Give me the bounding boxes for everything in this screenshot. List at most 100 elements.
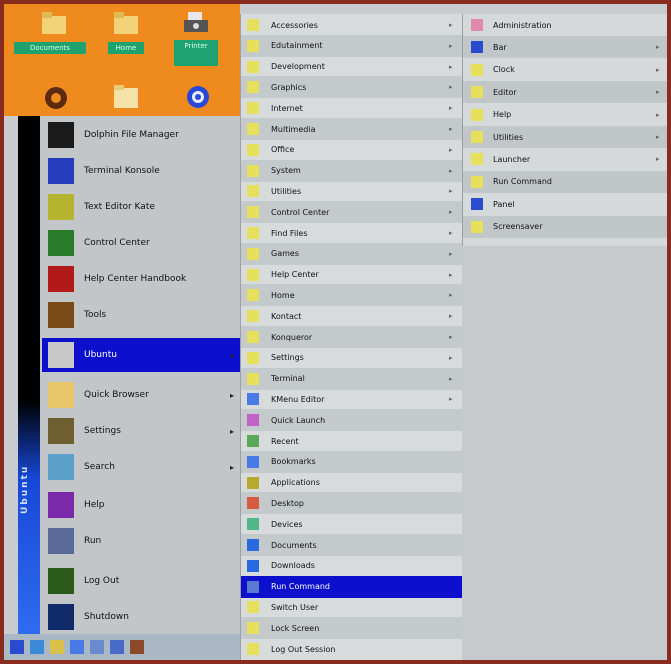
utilities-icon	[471, 131, 483, 143]
chevron-right-icon: ▸	[449, 83, 453, 92]
start-menu-item[interactable]: Dolphin File Manager	[42, 118, 240, 152]
browser-icon[interactable]	[30, 640, 44, 654]
submenu2-item[interactable]: Help ▸	[463, 104, 667, 126]
settings-icon	[48, 418, 74, 444]
submenu-item[interactable]: Switch User	[241, 596, 463, 618]
panel-icon	[471, 198, 483, 211]
desktop-folder-icon-2[interactable]	[106, 10, 146, 40]
editor-icon[interactable]	[90, 640, 104, 654]
submenu-item[interactable]: Office ▸	[241, 139, 463, 161]
submenu-item[interactable]: Internet ▸	[241, 97, 463, 119]
submenu-item-label: Office	[271, 145, 295, 155]
desktop-folder-icon-3[interactable]	[108, 82, 148, 112]
folder-icon[interactable]	[50, 640, 64, 654]
submenu-item[interactable]: Home ▸	[241, 284, 463, 307]
clock-icon[interactable]	[130, 640, 144, 654]
tools-icon	[48, 302, 74, 328]
start-menu-item[interactable]: Run	[42, 524, 240, 558]
submenu-item-label: Edutainment	[271, 41, 323, 51]
desktop-label-3[interactable]: Printer	[174, 40, 218, 66]
start-menu-item[interactable]: Control Center	[42, 226, 240, 260]
start-menu-item[interactable]: Ubuntu ▸	[42, 338, 240, 372]
submenu2-item[interactable]: Editor ▸	[463, 81, 667, 104]
submenu-item[interactable]: Quick Launch	[241, 409, 463, 432]
submenu-item[interactable]: Recent	[241, 430, 463, 452]
submenu-item-label: Find Files	[271, 228, 308, 238]
chevron-right-icon: ▸	[656, 155, 660, 164]
submenu-item[interactable]: Games ▸	[241, 242, 463, 265]
submenu-level-2: Administration Bar ▸ Clock ▸ Editor ▸ Help ▸ Util…	[462, 14, 667, 246]
submenu-item-label: Utilities	[271, 186, 302, 196]
submenu2-item[interactable]: Panel	[463, 193, 667, 215]
submenu-item[interactable]: Lock Screen	[241, 617, 463, 640]
submenu-item[interactable]: Graphics ▸	[241, 76, 463, 99]
desktop-label-2[interactable]: Home	[108, 42, 144, 54]
start-menu-item[interactable]: Search ▸	[42, 450, 240, 484]
start-menu-item-label: Shutdown	[84, 612, 129, 622]
submenu-item[interactable]: Settings ▸	[241, 347, 463, 369]
start-menu-item[interactable]: Settings ▸	[42, 414, 240, 448]
start-menu-item[interactable]: Help Center Handbook	[42, 262, 240, 296]
submenu-item[interactable]: Konqueror ▸	[241, 326, 463, 348]
help-icon	[471, 108, 483, 121]
start-menu-item-label: Tools	[84, 310, 107, 320]
start-menu-item[interactable]: Log Out	[42, 564, 240, 598]
submenu-item-label: Games	[271, 249, 299, 259]
start-menu-item[interactable]: Text Editor Kate	[42, 190, 240, 224]
shutdown-icon	[48, 604, 74, 630]
terminal-icon[interactable]	[70, 640, 84, 654]
chevron-right-icon: ▸	[449, 166, 453, 175]
submenu-item[interactable]: Log Out Session	[241, 638, 463, 660]
submenu-item-label: Graphics	[271, 82, 307, 92]
start-menu-item[interactable]: Quick Browser ▸	[42, 378, 240, 412]
chevron-right-icon: ▸	[449, 333, 453, 341]
submenu2-item[interactable]: Clock ▸	[463, 59, 667, 81]
submenu-item[interactable]: Applications	[241, 472, 463, 494]
submenu-item[interactable]: Devices	[241, 513, 463, 535]
submenu-item[interactable]: Terminal ▸	[241, 367, 463, 390]
quick-icon	[247, 414, 259, 427]
submenu-item[interactable]: Desktop	[241, 492, 463, 515]
submenu-item[interactable]: System ▸	[241, 159, 463, 182]
submenu2-item[interactable]: Bar ▸	[463, 36, 667, 59]
submenu-item[interactable]: Kontact ▸	[241, 305, 463, 327]
launcher-icon	[471, 153, 483, 166]
settings-icon[interactable]	[110, 640, 124, 654]
start-menu-item[interactable]: Tools	[42, 298, 240, 332]
submenu-item[interactable]: Help Center ▸	[241, 264, 463, 286]
submenu-item[interactable]: Utilities ▸	[241, 180, 463, 202]
submenu-item[interactable]: Documents	[241, 534, 463, 556]
submenu-item[interactable]: Multimedia ▸	[241, 118, 463, 140]
submenu-item[interactable]: Find Files ▸	[241, 222, 463, 244]
start-button-icon[interactable]	[10, 640, 24, 654]
start-menu-item-label: Log Out	[84, 576, 120, 586]
submenu-item[interactable]: Edutainment ▸	[241, 34, 463, 57]
submenu-item[interactable]: Bookmarks	[241, 450, 463, 473]
globe-icon[interactable]	[180, 82, 220, 112]
submenu-item-label: Run Command	[271, 582, 330, 592]
submenu-item[interactable]: Development ▸	[241, 56, 463, 78]
submenu2-item[interactable]: Run Command	[463, 170, 667, 193]
submenu2-item[interactable]: Administration	[463, 14, 667, 36]
ubuntu-icon[interactable]	[38, 82, 78, 112]
chevron-right-icon: ▸	[449, 208, 453, 217]
desktop-folder-icon-1[interactable]	[34, 10, 74, 40]
taskbar	[4, 634, 240, 660]
start-menu-item[interactable]: Help	[42, 488, 240, 522]
screensaver-icon	[471, 220, 483, 233]
desktop-label-1[interactable]: Documents	[14, 42, 86, 54]
start-menu-item[interactable]: Shutdown	[42, 600, 240, 634]
chevron-right-icon: ▸	[230, 390, 235, 400]
submenu2-item[interactable]: Screensaver	[463, 215, 667, 238]
submenu-item[interactable]: KMenu Editor ▸	[241, 388, 463, 410]
desktop-printer-icon[interactable]	[176, 8, 216, 38]
submenu-item[interactable]: Run Command	[241, 575, 463, 598]
submenu-item[interactable]: Downloads	[241, 555, 463, 577]
submenu2-item[interactable]: Utilities ▸	[463, 126, 667, 148]
chevron-right-icon: ▸	[449, 41, 453, 50]
submenu-item[interactable]: Control Center ▸	[241, 201, 463, 224]
submenu-item[interactable]: Accessories ▸	[241, 14, 463, 36]
start-menu-item[interactable]: Terminal Konsole	[42, 154, 240, 188]
submenu2-item[interactable]: Launcher ▸	[463, 148, 667, 170]
help-icon	[247, 268, 259, 281]
